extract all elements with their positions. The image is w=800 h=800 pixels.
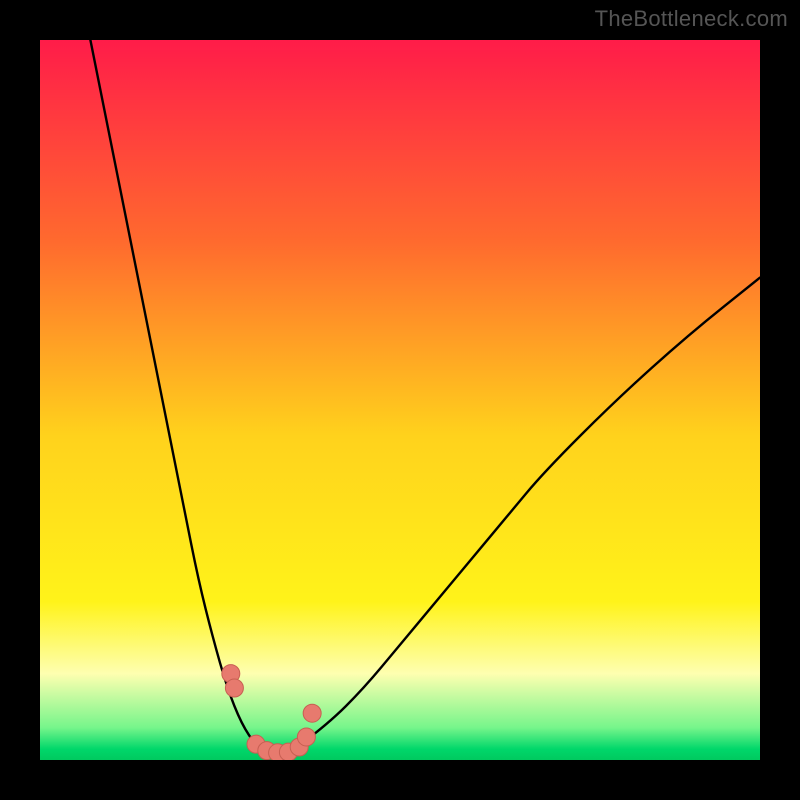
right-branch-curve: [299, 278, 760, 746]
left-branch-curve: [90, 40, 256, 746]
plot-area: [40, 40, 760, 760]
marker-dot: [297, 728, 315, 746]
chart-frame: TheBottleneck.com: [0, 0, 800, 800]
curve-layer: [40, 40, 760, 760]
marker-dot: [225, 679, 243, 697]
marker-dot: [303, 704, 321, 722]
watermark-text: TheBottleneck.com: [595, 6, 788, 32]
